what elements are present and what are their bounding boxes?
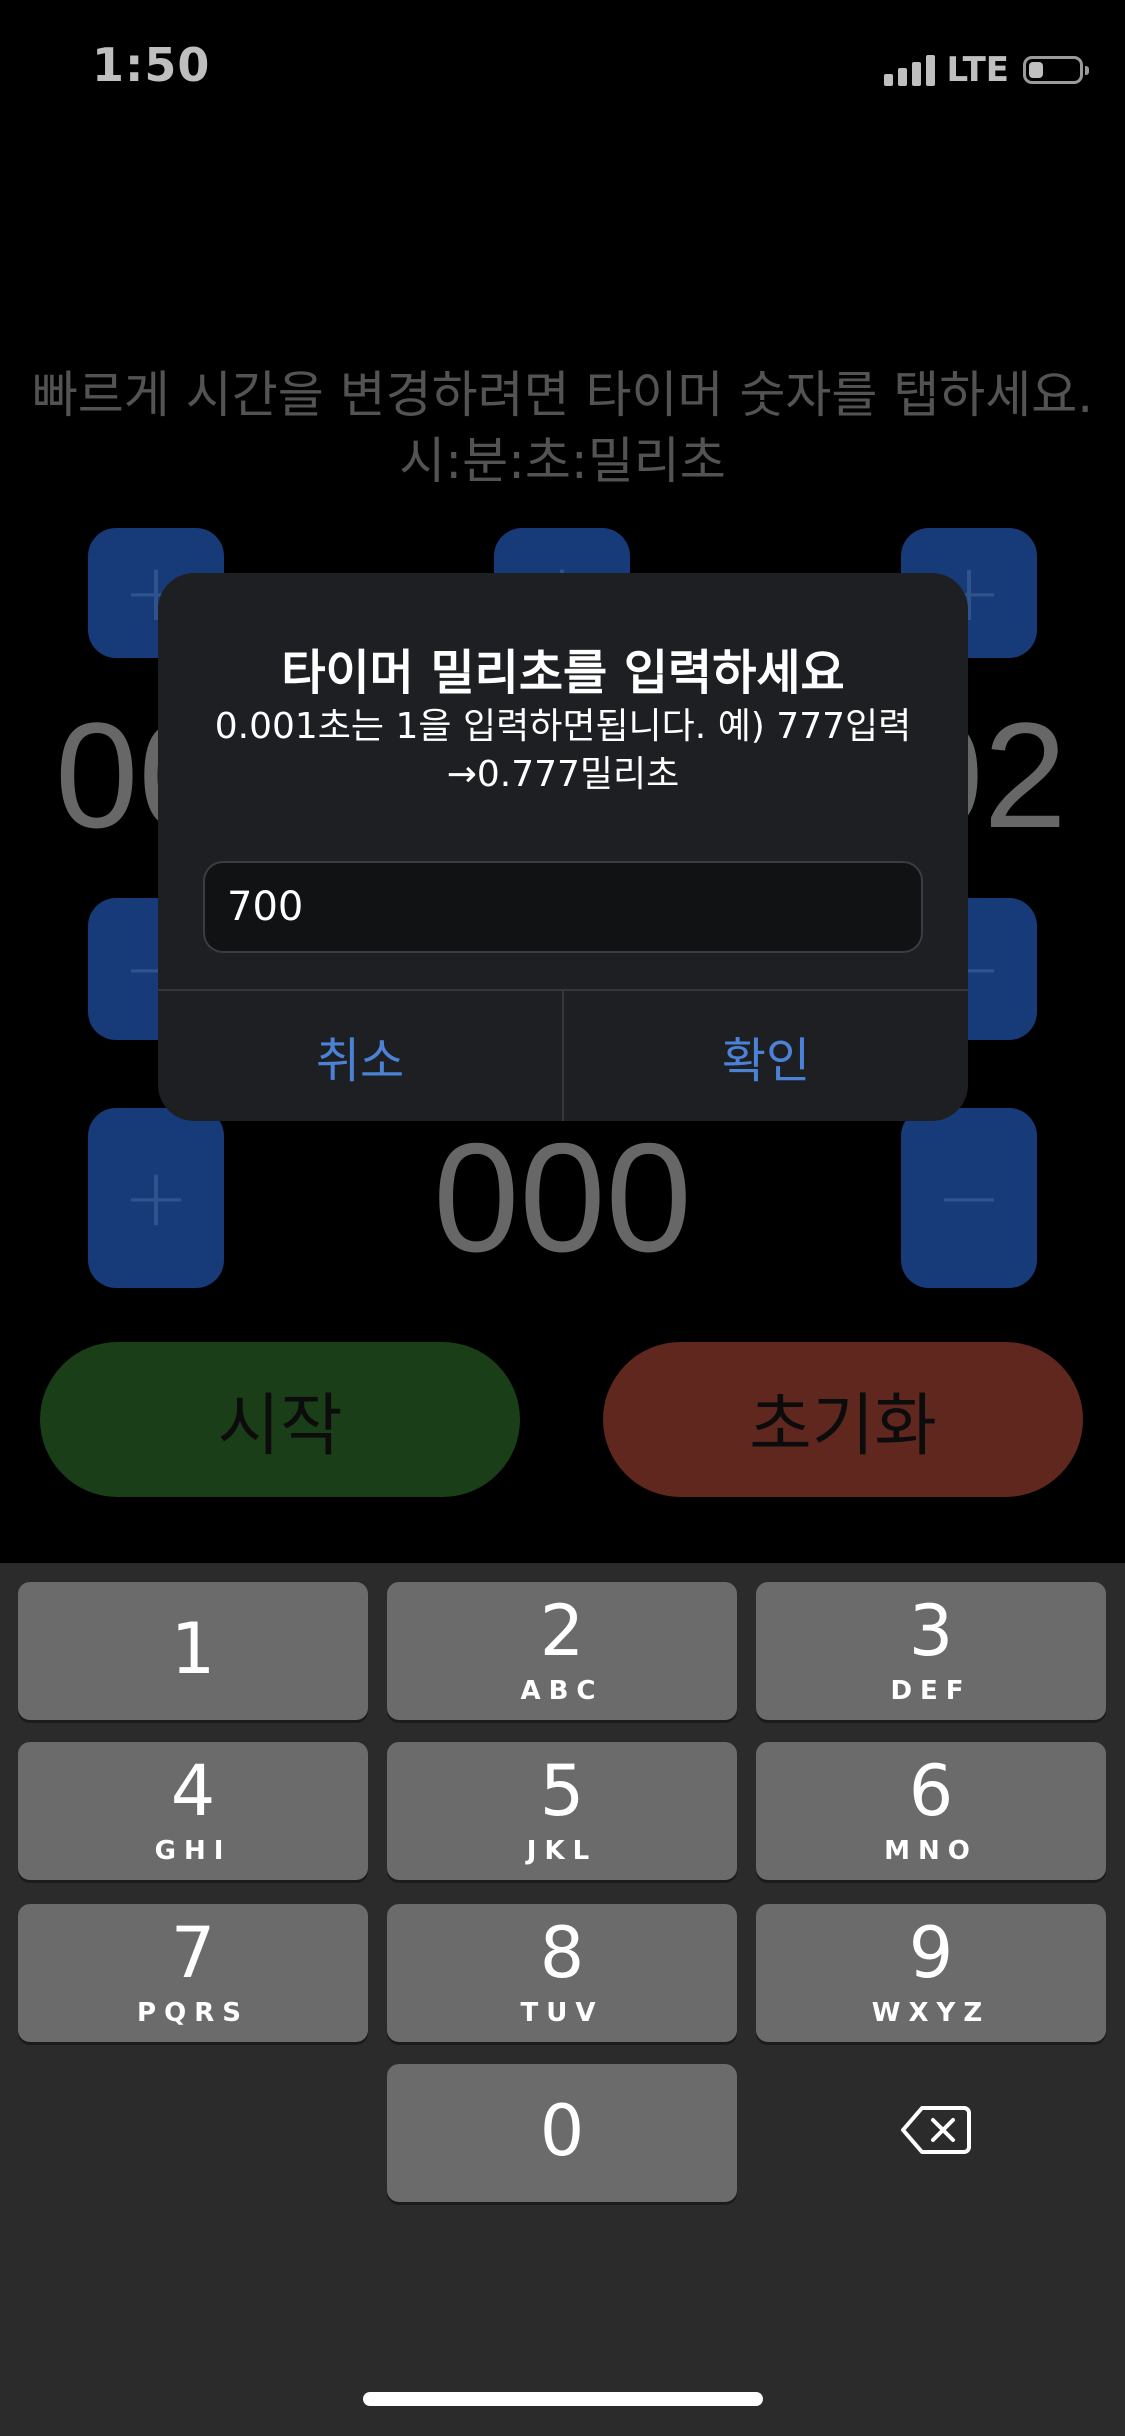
dialog-title: 타이머 밀리초를 입력하세요 — [281, 645, 845, 701]
dialog-message-line2: →0.777밀리초 — [446, 754, 680, 795]
confirm-button[interactable]: 확인 — [564, 991, 968, 1121]
key-3[interactable]: 3 DEF — [756, 1582, 1106, 1720]
key-4[interactable]: 4 GHI — [18, 1742, 368, 1880]
cancel-button[interactable]: 취소 — [158, 991, 562, 1121]
backspace-icon — [901, 2106, 971, 2154]
key-5[interactable]: 5 JKL — [387, 1742, 737, 1880]
key-2[interactable]: 2 ABC — [387, 1582, 737, 1720]
key-1[interactable]: 1 — [18, 1582, 368, 1720]
key-7[interactable]: 7 PQRS — [18, 1904, 368, 2042]
key-8[interactable]: 8 TUV — [387, 1904, 737, 2042]
key-9[interactable]: 9 WXYZ — [756, 1904, 1106, 2042]
key-6[interactable]: 6 MNO — [756, 1742, 1106, 1880]
backspace-key[interactable] — [866, 2070, 1006, 2190]
millis-input[interactable]: 700 — [203, 861, 923, 953]
key-0[interactable]: 0 — [387, 2064, 737, 2202]
dialog-message-line1: 0.001초는 1을 입력하면됩니다. 예) 777입력 — [214, 706, 912, 747]
timer-screen: 1:50 LTE 빠르게 시간을 변경하려면 타이머 숫자를 탭하세요. 시:분… — [0, 0, 1125, 2436]
dialog-message: 0.001초는 1을 입력하면됩니다. 예) 777입력 →0.777밀리초 — [198, 703, 928, 799]
millis-input-dialog: 타이머 밀리초를 입력하세요 0.001초는 1을 입력하면됩니다. 예) 77… — [158, 573, 968, 1121]
home-indicator[interactable] — [363, 2392, 763, 2406]
